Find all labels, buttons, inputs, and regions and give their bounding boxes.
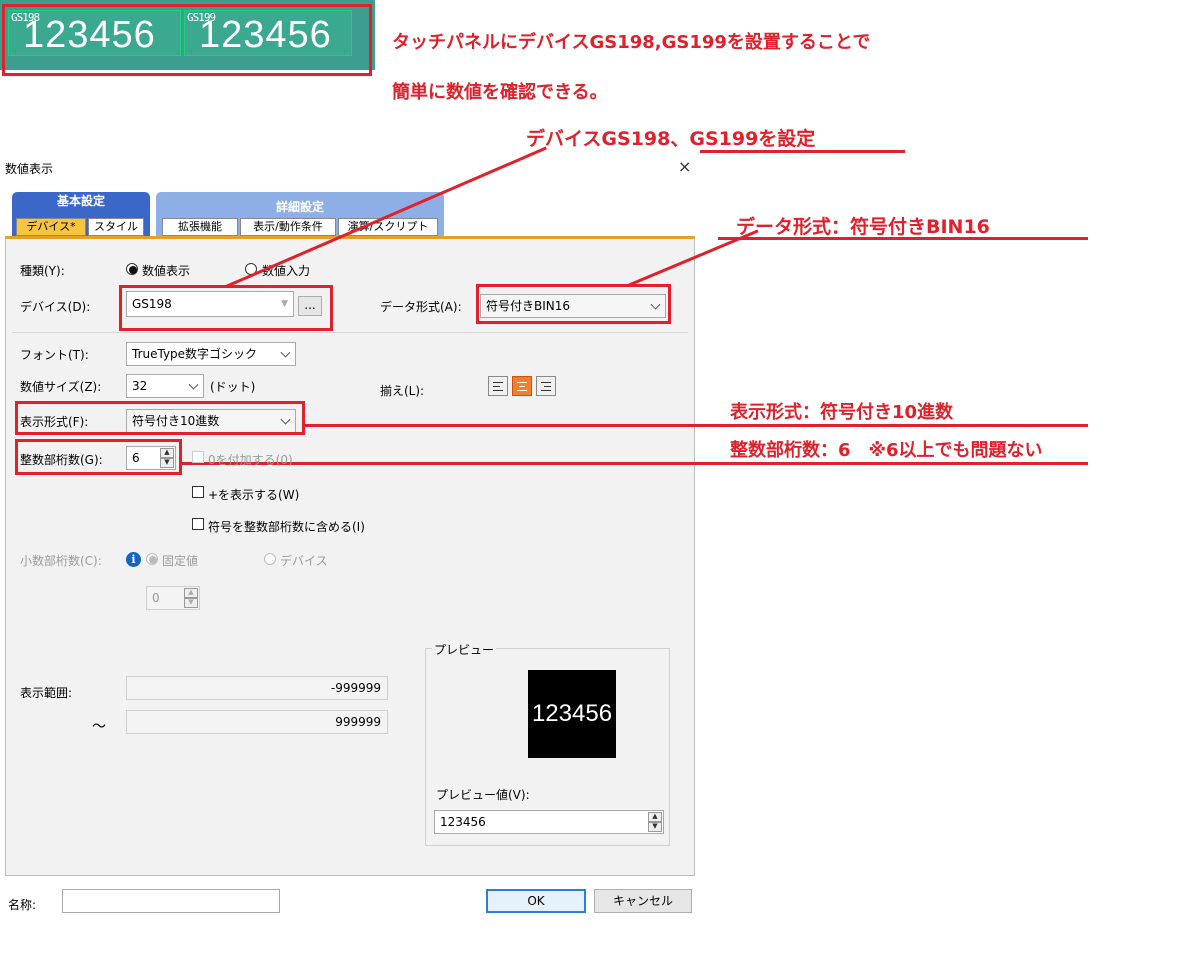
spin-up-icon[interactable]: ▲	[648, 812, 662, 822]
size-select[interactable]: 32	[126, 374, 204, 398]
annotation-display-format: 表示形式：符号付き10進数	[730, 402, 954, 423]
device-label: デバイス(D):	[20, 300, 91, 314]
spin-down-icon[interactable]: ▼	[648, 822, 662, 832]
size-unit-label: (ドット)	[210, 380, 256, 394]
ok-button[interactable]: OK	[486, 889, 586, 913]
highlight-preview-strip	[2, 4, 372, 76]
sign-in-digits-checkbox[interactable]	[192, 518, 204, 530]
align-right-icon	[541, 390, 551, 391]
display-range-label: 表示範囲:	[20, 686, 73, 700]
range-min-field: -999999	[126, 676, 388, 700]
show-plus-checkbox[interactable]	[192, 486, 204, 498]
annotation-underline	[718, 237, 1088, 240]
radio-device-label: デバイス	[280, 554, 328, 568]
close-icon[interactable]: ×	[678, 157, 691, 176]
annotation-connector-line	[182, 462, 1088, 465]
chevron-down-icon	[280, 347, 291, 358]
range-max-field: 999999	[126, 710, 388, 734]
radio-numeric-display[interactable]	[126, 263, 138, 275]
align-left-icon	[493, 390, 503, 391]
radio-fixed-value[interactable]	[146, 553, 158, 565]
align-right-button[interactable]	[536, 376, 556, 396]
spin-up-icon[interactable]: ▲	[184, 588, 198, 598]
align-left-button[interactable]	[488, 376, 508, 396]
zero-pad-label: 0を付加する(0)	[208, 453, 293, 467]
radio-fixed-value-label: 固定値	[162, 554, 199, 568]
preview-display: 123456	[528, 670, 616, 758]
tab-extension[interactable]: 拡張機能	[162, 218, 238, 236]
data-format-label: データ形式(A):	[380, 300, 462, 314]
decimal-digits-stepper[interactable]: 0 ▲ ▼	[146, 586, 200, 610]
tab-calc-script[interactable]: 演算/スクリプト	[338, 218, 438, 236]
preview-value-label: プレビュー値(V):	[436, 788, 530, 802]
annotation-connector-line	[305, 424, 1088, 427]
divider	[12, 332, 688, 333]
annotation-device-setting: デバイスGS198、GS199を設定	[526, 128, 816, 150]
highlight-device	[119, 285, 333, 331]
align-left-icon	[493, 386, 500, 387]
size-label: 数値サイズ(Z):	[20, 380, 102, 394]
align-center-button[interactable]	[512, 376, 532, 396]
align-label: 揃え(L):	[380, 384, 425, 398]
tabgroup-basic-label: 基本設定	[56, 194, 105, 208]
font-value: TrueType数字ゴシック	[132, 347, 258, 361]
highlight-data-format	[476, 284, 671, 324]
preview-group-label: プレビュー	[432, 641, 497, 658]
tab-style[interactable]: スタイル	[88, 218, 144, 236]
zero-pad-checkbox[interactable]	[192, 451, 204, 463]
font-select[interactable]: TrueType数字ゴシック	[126, 342, 296, 366]
chevron-down-icon	[188, 379, 199, 390]
align-left-icon	[493, 382, 503, 383]
show-plus-label: +を表示する(W)	[208, 488, 300, 502]
cancel-button[interactable]: キャンセル	[594, 889, 692, 913]
tab-device[interactable]: デバイス*	[16, 218, 86, 236]
info-icon[interactable]: i	[126, 552, 141, 567]
annotation-data-format: データ形式：符号付きBIN16	[736, 216, 990, 238]
highlight-display-format	[15, 401, 305, 435]
align-right-icon	[544, 386, 551, 387]
tab-display-conditions[interactable]: 表示/動作条件	[240, 218, 336, 236]
align-right-icon	[541, 382, 551, 383]
radio-numeric-display-label: 数値表示	[142, 264, 191, 278]
preview-value-stepper[interactable]: 123456 ▲ ▼	[434, 810, 664, 834]
radio-numeric-input-label: 数値入力	[262, 264, 311, 278]
radio-device[interactable]	[264, 553, 276, 565]
annotation-touch-panel: タッチパネルにデバイスGS198,GS199を設置することで	[392, 32, 871, 53]
dialog-title: 数値表示	[5, 162, 54, 176]
decimal-digits-label: 小数部桁数(C):	[20, 554, 102, 568]
font-label: フォント(T):	[20, 348, 89, 362]
highlight-int-digits	[15, 439, 182, 475]
sign-in-digits-label: 符号を整数部桁数に含める(I)	[208, 520, 365, 534]
size-value: 32	[132, 379, 148, 393]
annotation-int-digits: 整数部桁数：6 ※6以上でも問題ない	[730, 440, 1043, 461]
name-label: 名称:	[8, 898, 37, 912]
kind-label: 種類(Y):	[20, 264, 65, 278]
annotation-easy-check: 簡単に数値を確認できる。	[392, 82, 608, 103]
range-tilde: ～	[92, 719, 106, 735]
spin-down-icon[interactable]: ▼	[184, 598, 198, 608]
align-center-icon	[517, 382, 527, 383]
name-input[interactable]	[62, 889, 280, 913]
decimal-digits-value: 0	[152, 591, 160, 605]
align-center-icon	[517, 390, 527, 391]
align-center-icon	[519, 386, 525, 387]
preview-value: 123456	[440, 815, 486, 829]
